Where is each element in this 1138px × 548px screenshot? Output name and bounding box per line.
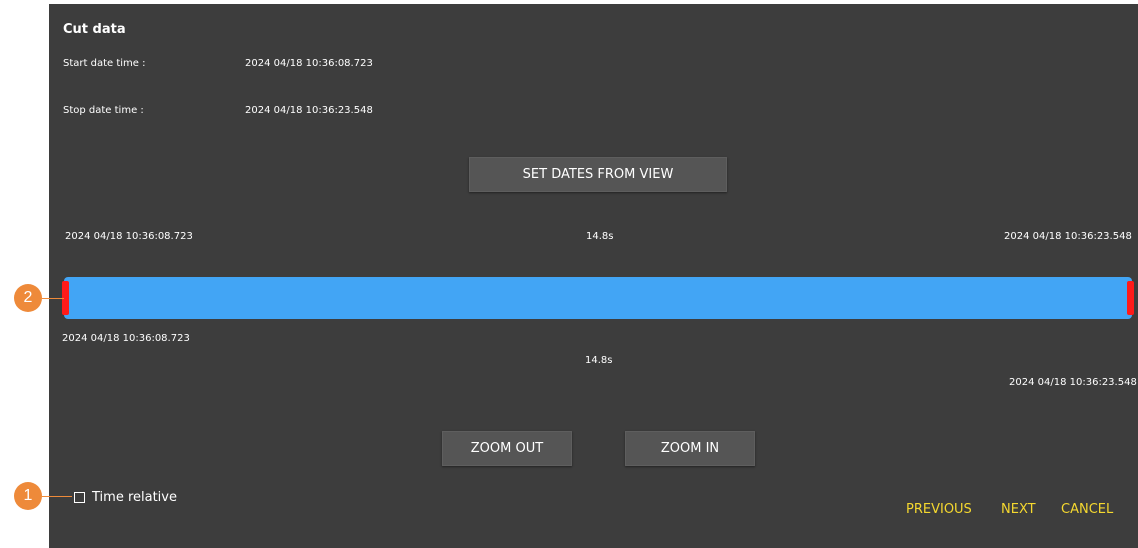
zoom-out-button[interactable]: ZOOM OUT: [442, 431, 572, 466]
time-range-bar[interactable]: [64, 277, 1132, 319]
timeline-view-duration: 14.8s: [586, 231, 614, 242]
set-dates-from-view-button[interactable]: SET DATES FROM VIEW: [469, 157, 727, 192]
start-date-value: 2024 04/18 10:36:08.723: [245, 58, 373, 69]
timeline-view-start-time: 2024 04/18 10:36:08.723: [65, 231, 193, 242]
next-link[interactable]: NEXT: [1001, 502, 1036, 517]
callout-line-2: [42, 298, 64, 299]
cancel-link[interactable]: CANCEL: [1061, 502, 1113, 517]
selection-start-time: 2024 04/18 10:36:08.723: [62, 333, 190, 344]
selection-duration: 14.8s: [585, 355, 613, 366]
stop-date-value: 2024 04/18 10:36:23.548: [245, 105, 373, 116]
checkbox-icon[interactable]: [74, 491, 85, 503]
range-end-handle[interactable]: [1127, 281, 1134, 315]
time-relative-checkbox[interactable]: Time relative: [74, 487, 177, 507]
stop-date-label: Stop date time :: [63, 105, 144, 116]
cut-data-panel: [49, 4, 1138, 548]
time-relative-label: Time relative: [92, 489, 177, 505]
timeline-view-end-time: 2024 04/18 10:36:23.548: [1004, 231, 1132, 242]
selection-end-time: 2024 04/18 10:36:23.548: [1009, 377, 1137, 388]
callout-line-1: [42, 496, 72, 497]
start-date-label: Start date time :: [63, 58, 146, 69]
zoom-in-button[interactable]: ZOOM IN: [625, 431, 755, 466]
previous-link[interactable]: PREVIOUS: [906, 502, 972, 517]
callout-badge-2: 2: [14, 284, 42, 312]
dialog-title: Cut data: [63, 22, 126, 37]
callout-badge-1: 1: [14, 482, 42, 510]
